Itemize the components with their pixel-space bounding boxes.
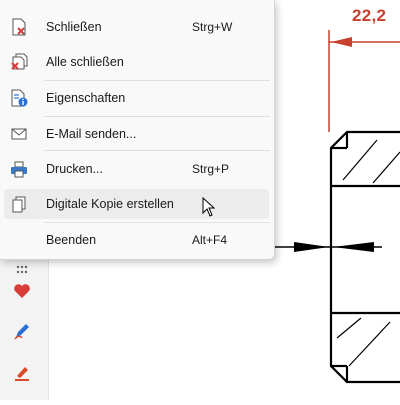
menu-separator: [44, 222, 270, 223]
menu-item-properties[interactable]: Eigenschaften: [4, 83, 269, 113]
menu-item-label: Eigenschaften: [46, 91, 126, 105]
menu-item-label: Drucken...: [46, 162, 103, 176]
menu-item-exit[interactable]: Beenden Alt+F4: [4, 225, 269, 255]
menu-item-label: Beenden: [46, 233, 97, 247]
mail-icon: [10, 125, 28, 143]
part-outline: [329, 130, 400, 384]
highlighter-icon[interactable]: [8, 359, 36, 387]
annotation-toolbar: [0, 255, 49, 400]
dimension-marker: [328, 30, 400, 132]
menu-item-close-all[interactable]: Alle schließen: [4, 47, 269, 77]
menu-item-digital-copy[interactable]: Digitale Kopie erstellen: [4, 189, 269, 219]
menu-item-print[interactable]: Drucken... Strg+P: [4, 154, 269, 184]
menu-item-label: E-Mail senden...: [46, 127, 137, 141]
file-menu: Schließen Strg+W Alle schließen Eigensch…: [0, 0, 275, 260]
menu-item-close[interactable]: Schließen Strg+W: [4, 12, 269, 42]
menu-item-label: Alle schließen: [46, 55, 124, 69]
menu-item-label: Schließen: [46, 20, 102, 34]
menu-separator: [44, 150, 270, 151]
menu-item-shortcut: Strg+W: [192, 20, 233, 34]
close-all-icon: [10, 53, 28, 71]
printer-icon: [10, 160, 28, 178]
menu-item-shortcut: Alt+F4: [192, 233, 228, 247]
menu-separator: [44, 80, 270, 81]
close-document-icon: [10, 18, 28, 36]
hatching: [336, 139, 400, 367]
heart-icon[interactable]: [8, 277, 36, 305]
dimension-value: 22,2: [352, 6, 387, 25]
properties-icon: [10, 89, 28, 107]
menu-item-shortcut: Strg+P: [192, 162, 230, 176]
copy-icon: [10, 195, 28, 213]
menu-item-send-mail[interactable]: E-Mail senden...: [4, 119, 269, 149]
mouse-cursor-icon: [202, 197, 216, 217]
pen-icon[interactable]: [8, 317, 36, 345]
menu-separator: [44, 116, 270, 117]
width-dimension: [270, 242, 382, 252]
menu-item-label: Digitale Kopie erstellen: [46, 197, 174, 211]
